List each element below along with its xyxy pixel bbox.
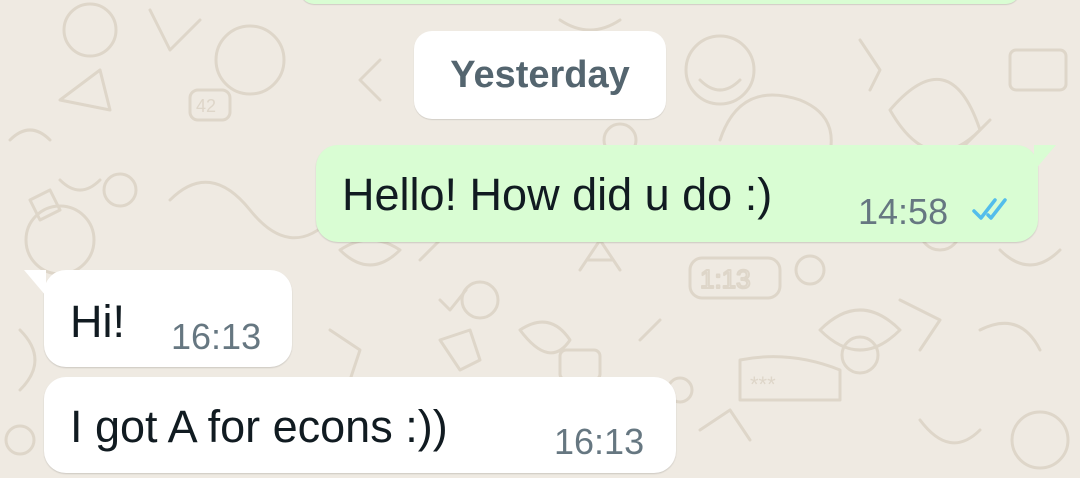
bubble-tail xyxy=(1034,145,1056,171)
chat-thread: Yesterday Hello! How did u do :) 14:58 H… xyxy=(0,0,1080,478)
previous-message-bubble[interactable] xyxy=(300,0,1020,4)
bubble-tail xyxy=(24,270,46,296)
date-divider: Yesterday xyxy=(414,31,666,119)
message-text: Hello! How did u do :) xyxy=(342,169,773,220)
incoming-message-bubble[interactable]: Hi! 16:13 xyxy=(24,270,292,367)
message-time: 16:13 xyxy=(554,421,645,462)
message-time: 14:58 xyxy=(858,191,949,232)
date-divider-label: Yesterday xyxy=(450,53,630,96)
message-text: Hi! xyxy=(70,296,125,347)
message-time: 16:13 xyxy=(171,316,262,357)
incoming-message-bubble[interactable]: I got A for econs :)) 16:13 xyxy=(44,377,676,473)
message-text: I got A for econs :)) xyxy=(70,401,448,452)
double-check-icon xyxy=(972,198,1007,220)
outgoing-message-bubble[interactable]: Hello! How did u do :) 14:58 xyxy=(316,145,1056,242)
